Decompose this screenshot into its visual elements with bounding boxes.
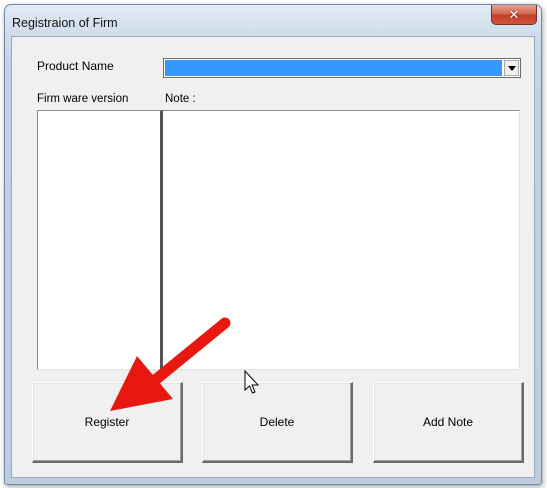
product-name-selected-value <box>165 60 502 76</box>
close-icon: ✕ <box>508 6 520 22</box>
dialog-client-area: Product Name Firm ware version Note : Re… <box>11 36 535 478</box>
window-title: Registraion of Firm <box>12 16 118 30</box>
close-button[interactable]: ✕ <box>491 5 537 25</box>
register-button[interactable]: Register <box>32 382 183 463</box>
chevron-down-icon <box>507 65 516 71</box>
note-textarea[interactable] <box>162 110 520 370</box>
firmware-version-label: Firm ware version <box>37 93 129 105</box>
title-bar[interactable]: Registraion of Firm ✕ <box>5 5 541 37</box>
product-name-dropdown[interactable] <box>163 58 521 78</box>
firmware-version-list[interactable] <box>37 110 162 370</box>
dropdown-arrow-button[interactable] <box>504 60 519 76</box>
registration-dialog: Registraion of Firm ✕ Product Name Firm … <box>4 4 542 485</box>
add-note-button[interactable]: Add Note <box>373 382 524 463</box>
delete-button[interactable]: Delete <box>202 382 353 463</box>
product-name-label: Product Name <box>37 59 114 73</box>
note-label: Note : <box>165 93 196 105</box>
